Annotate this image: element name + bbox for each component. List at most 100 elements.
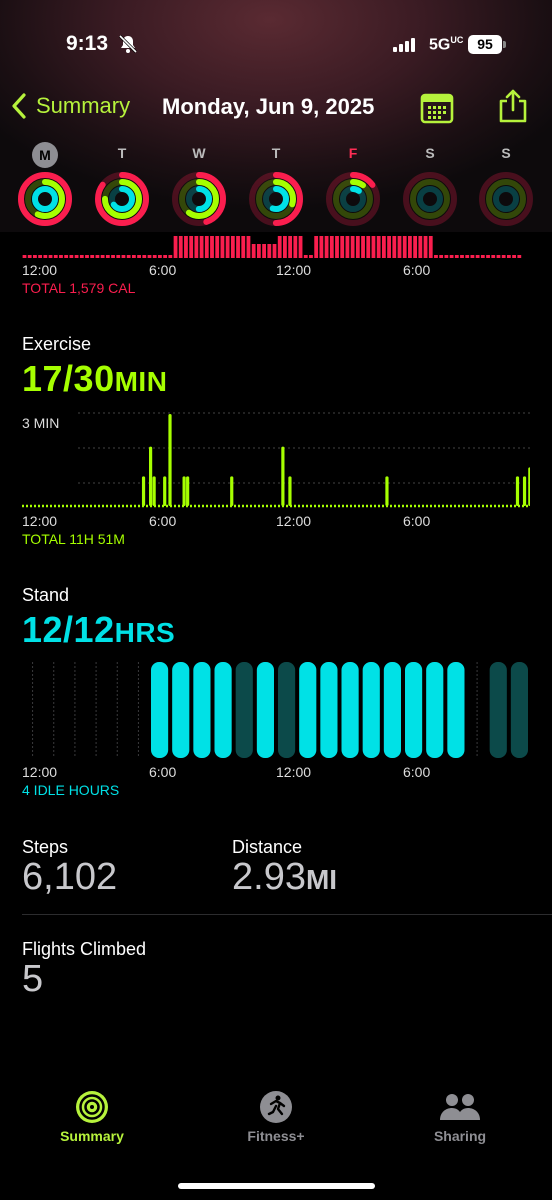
- exercise-axis-label-2: 12:00: [276, 513, 312, 529]
- move-bar: [246, 236, 251, 258]
- move-bar: [350, 236, 355, 258]
- tab-sharing[interactable]: Sharing: [400, 1090, 520, 1144]
- activity-rings-icon: [76, 1091, 108, 1123]
- move-bar: [517, 255, 522, 258]
- move-bar: [173, 236, 178, 258]
- move-bar: [371, 236, 376, 258]
- cellular-signal-icon: [393, 38, 415, 52]
- move-bar: [69, 255, 74, 258]
- move-bar: [230, 236, 235, 258]
- move-bar: [439, 255, 444, 258]
- week-day-4[interactable]: F: [339, 142, 367, 164]
- stand-bar: [405, 662, 423, 758]
- exercise-total: TOTAL 11H 51M: [22, 531, 125, 547]
- move-bar: [428, 236, 433, 258]
- move-axis-label-0: 12:00: [22, 262, 58, 278]
- navigation-bar: Summary Monday, Jun 9, 2025: [0, 88, 552, 128]
- activity-ring-day-6[interactable]: [477, 170, 535, 228]
- move-bar: [480, 255, 485, 258]
- tab-summary-label: Summary: [60, 1128, 124, 1144]
- move-bar: [293, 236, 298, 258]
- move-bar: [340, 236, 345, 258]
- activity-ring-day-1[interactable]: [93, 170, 151, 228]
- divider: [22, 914, 552, 915]
- move-bar: [345, 236, 350, 258]
- move-bar: [486, 255, 490, 258]
- stand-idle-hours: 4 IDLE HOURS: [22, 782, 120, 798]
- move-bar: [194, 236, 199, 258]
- stand-bar: [383, 662, 401, 758]
- week-day-strip: MTWTFSS: [0, 142, 552, 168]
- move-bar: [43, 255, 48, 258]
- move-bar: [470, 255, 475, 258]
- move-chart: [22, 236, 522, 258]
- stand-bar-missed: [235, 662, 253, 758]
- move-bar: [220, 236, 225, 258]
- distance-label: Distance: [232, 837, 303, 857]
- calendar-icon[interactable]: [420, 91, 454, 125]
- activity-ring-day-3[interactable]: [247, 170, 305, 228]
- move-bar: [126, 255, 131, 258]
- exercise-bar: [230, 476, 234, 506]
- move-bar: [168, 255, 173, 258]
- tab-fitness-plus[interactable]: Fitness+: [216, 1090, 336, 1144]
- move-bar: [408, 236, 412, 258]
- move-bar: [53, 255, 58, 258]
- stand-bar-missed: [510, 662, 528, 758]
- move-bar: [381, 236, 386, 258]
- steps-value: 6,102: [22, 856, 118, 898]
- week-day-6[interactable]: S: [492, 142, 520, 164]
- move-bar: [27, 255, 32, 258]
- move-bar: [267, 244, 272, 258]
- move-bar: [288, 236, 293, 258]
- activity-ring-day-2[interactable]: [170, 170, 228, 228]
- move-bar: [506, 255, 511, 258]
- move-bar: [449, 255, 454, 258]
- exercise-label: Exercise: [22, 334, 92, 354]
- week-day-1[interactable]: T: [108, 142, 136, 164]
- move-bar: [59, 255, 63, 258]
- tab-fitness-plus-label: Fitness+: [247, 1128, 305, 1144]
- activity-ring-day-5[interactable]: [401, 170, 459, 228]
- distance-value: 2.93MI: [232, 856, 338, 898]
- week-day-0[interactable]: M: [32, 142, 58, 168]
- home-indicator: [178, 1183, 375, 1189]
- tab-summary[interactable]: Summary: [32, 1090, 152, 1144]
- stand-bar: [341, 662, 359, 758]
- stand-bar: [426, 662, 444, 758]
- exercise-bar: [281, 446, 285, 506]
- bell-slash-icon: [118, 34, 138, 54]
- move-bar: [496, 255, 501, 258]
- exercise-bar: [186, 476, 190, 506]
- move-bar: [303, 255, 308, 258]
- move-bar: [314, 236, 319, 258]
- stand-bar: [320, 662, 338, 758]
- move-bar: [418, 236, 423, 258]
- week-day-3[interactable]: T: [262, 142, 290, 164]
- week-day-5[interactable]: S: [416, 142, 444, 164]
- move-bar: [309, 255, 313, 258]
- move-bar: [95, 255, 100, 258]
- back-button[interactable]: Summary: [10, 92, 130, 120]
- stand-bar: [299, 662, 317, 758]
- move-bar: [329, 236, 334, 258]
- move-bar: [402, 236, 407, 258]
- move-bar: [105, 255, 110, 258]
- move-bar: [335, 236, 339, 258]
- move-bar: [397, 236, 402, 258]
- move-bar: [413, 236, 418, 258]
- move-bar: [100, 255, 105, 258]
- share-icon[interactable]: [496, 88, 530, 124]
- week-day-2[interactable]: W: [185, 142, 213, 164]
- exercise-axis-label-3: 6:00: [403, 513, 431, 529]
- move-bar: [64, 255, 69, 258]
- stand-bar: [362, 662, 380, 758]
- activity-ring-day-0[interactable]: [16, 170, 74, 228]
- status-time: 9:13: [66, 32, 109, 55]
- activity-ring-day-4[interactable]: [324, 170, 382, 228]
- move-bar: [85, 255, 89, 258]
- exercise-bar: [182, 476, 186, 506]
- flights-label: Flights Climbed: [22, 939, 147, 959]
- stand-label: Stand: [22, 585, 70, 605]
- exercise-bar: [515, 476, 520, 506]
